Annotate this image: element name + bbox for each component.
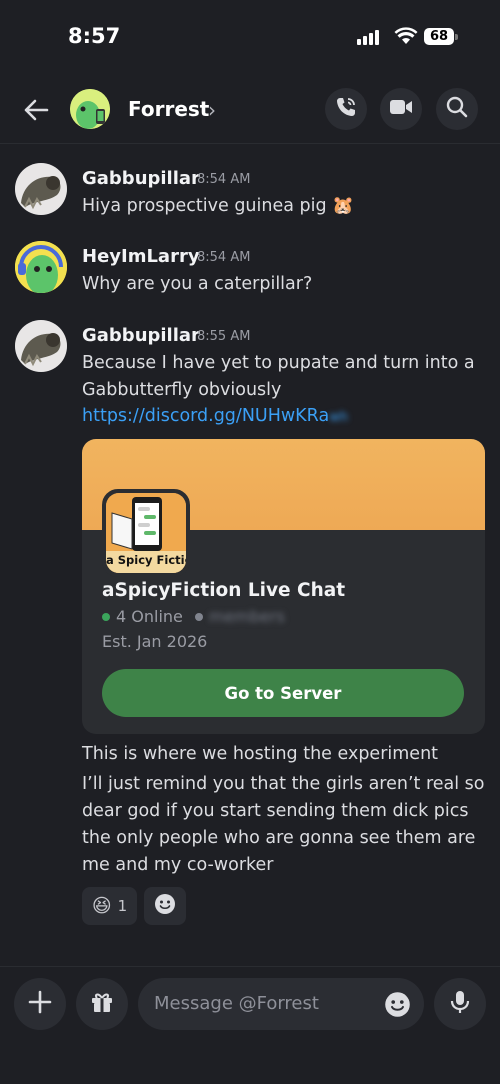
message-text-line: Because I have yet to pupate and turn in… bbox=[82, 353, 475, 373]
message-author[interactable]: Gabbupillar bbox=[82, 325, 200, 346]
server-established: Est. Jan 2026 bbox=[102, 632, 208, 651]
status-time: 8:57 bbox=[68, 24, 121, 48]
emoji-picker-icon[interactable] bbox=[384, 991, 411, 1022]
voice-message-button[interactable] bbox=[434, 978, 486, 1030]
server-invite-card: a Spicy Fiction aSpicyFiction Live Chat … bbox=[82, 439, 485, 734]
battery-icon: 68 bbox=[424, 28, 454, 45]
message-text-line: I’ll just remind you that the girls aren… bbox=[82, 774, 485, 794]
video-call-button[interactable] bbox=[380, 88, 422, 130]
video-icon bbox=[389, 98, 413, 120]
add-reaction-button[interactable] bbox=[144, 887, 186, 925]
message-text: Hiya prospective guinea pig 🐹 bbox=[82, 196, 354, 216]
invite-link-redacted: wh bbox=[329, 410, 349, 425]
avatar-gabbupillar[interactable] bbox=[15, 320, 67, 372]
go-to-server-button[interactable]: Go to Server bbox=[102, 669, 464, 717]
back-arrow-icon[interactable] bbox=[22, 96, 50, 128]
server-name: aSpicyFiction Live Chat bbox=[102, 580, 346, 601]
gift-icon bbox=[90, 990, 114, 1018]
invite-link-row[interactable]: https://discord.gg/NUHwKRawh bbox=[82, 406, 348, 426]
add-reaction-icon bbox=[154, 893, 176, 919]
message-author[interactable]: HeyImLarry bbox=[82, 246, 200, 267]
search-button[interactable] bbox=[436, 88, 478, 130]
message-timestamp: 8:54 AM bbox=[197, 172, 251, 187]
voice-call-button[interactable] bbox=[325, 88, 367, 130]
composer-divider bbox=[0, 966, 500, 967]
server-icon[interactable]: a Spicy Fiction bbox=[102, 489, 190, 577]
online-count: 4 Online bbox=[116, 607, 183, 626]
header-avatar[interactable] bbox=[70, 89, 110, 129]
wifi-icon bbox=[394, 27, 418, 49]
members-count-redacted: members bbox=[208, 607, 285, 626]
cellular-signal-icon bbox=[357, 30, 379, 45]
server-icon-label: a Spicy Fiction bbox=[106, 553, 186, 567]
message-text-line: the only people who are gonna see them a… bbox=[82, 828, 476, 848]
plus-icon bbox=[27, 989, 53, 1019]
chevron-right-icon[interactable]: › bbox=[208, 98, 216, 122]
avatar-gabbupillar[interactable] bbox=[15, 163, 67, 215]
message-text-line: Gabbutterfly obviously bbox=[82, 380, 282, 400]
reaction-laugh[interactable]: 😆 1 bbox=[82, 887, 137, 925]
online-dot-icon bbox=[102, 612, 110, 621]
message-timestamp: 8:54 AM bbox=[197, 250, 251, 265]
battery-tip bbox=[455, 34, 458, 40]
members-dot-icon bbox=[194, 612, 203, 621]
message-text-line: me and my co-worker bbox=[82, 855, 274, 875]
message-text-line: dear god if you start sending them dick … bbox=[82, 801, 469, 821]
reaction-count: 1 bbox=[117, 897, 128, 915]
gift-button[interactable] bbox=[76, 978, 128, 1030]
search-icon bbox=[446, 96, 468, 122]
message-author[interactable]: Gabbupillar bbox=[82, 168, 200, 189]
header-divider bbox=[0, 143, 500, 144]
attach-button[interactable] bbox=[14, 978, 66, 1030]
message-input[interactable]: Message @Forrest bbox=[138, 978, 424, 1030]
server-presence: 4 Online members bbox=[102, 607, 285, 626]
message-text-line: This is where we hosting the experiment bbox=[82, 744, 439, 764]
invite-link[interactable]: https://discord.gg/NUHwKRa bbox=[82, 406, 329, 426]
message-input-placeholder: Message @Forrest bbox=[154, 993, 319, 1014]
channel-title[interactable]: Forrest bbox=[128, 97, 209, 121]
phone-icon bbox=[335, 96, 357, 122]
message-timestamp: 8:55 AM bbox=[197, 329, 251, 344]
reaction-emoji: 😆 bbox=[91, 895, 112, 917]
microphone-icon bbox=[449, 989, 471, 1019]
avatar-heyimlarry[interactable] bbox=[15, 241, 67, 293]
message-text: Why are you a caterpillar? bbox=[82, 274, 313, 294]
